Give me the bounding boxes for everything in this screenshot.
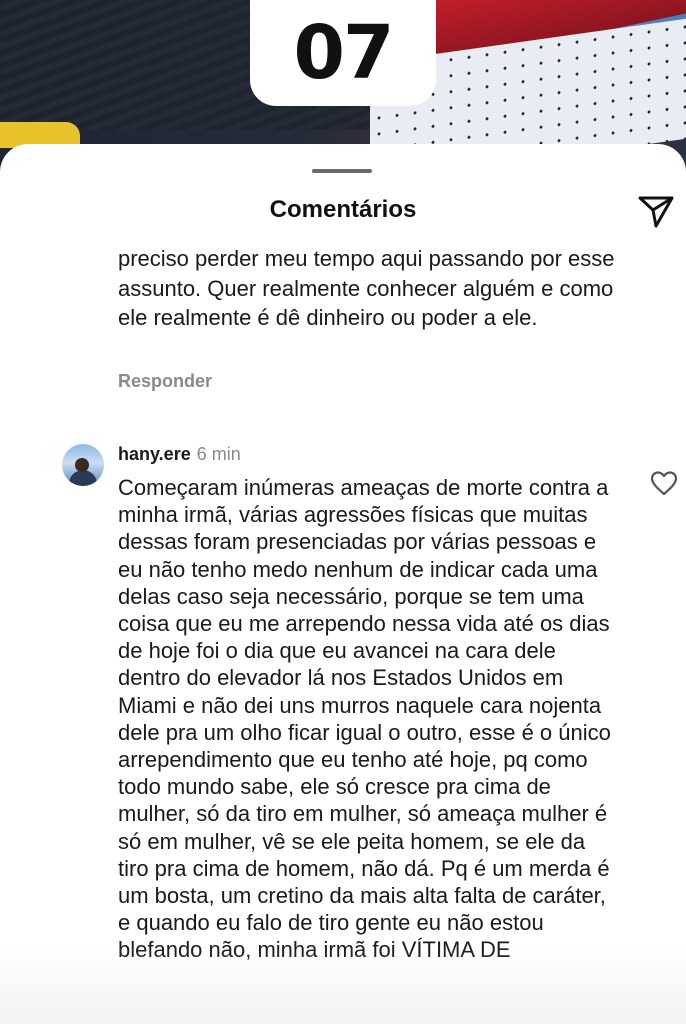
paper-plane-icon[interactable] xyxy=(636,192,676,230)
previous-comment-text: preciso perder meu tempo aqui passando p… xyxy=(118,246,615,330)
comment-time: 6 min xyxy=(196,444,241,464)
heart-icon[interactable] xyxy=(650,470,678,496)
reply-button[interactable]: Responder xyxy=(118,371,212,392)
sheet-title: Comentários xyxy=(269,196,417,223)
sheet-drag-handle[interactable] xyxy=(312,169,372,173)
story-number-badge: 07 xyxy=(250,0,436,106)
comment-header: hany.ere 6 min xyxy=(118,444,241,465)
avatar[interactable] xyxy=(62,444,104,486)
username-link[interactable]: hany.ere xyxy=(118,444,191,464)
comments-sheet: Comentários preciso perder meu tempo aqu… xyxy=(0,144,686,1024)
comment-text: Começaram inúmeras ameaças de morte cont… xyxy=(118,475,611,962)
bottom-fade xyxy=(0,944,686,1024)
story-number: 07 xyxy=(293,10,395,96)
